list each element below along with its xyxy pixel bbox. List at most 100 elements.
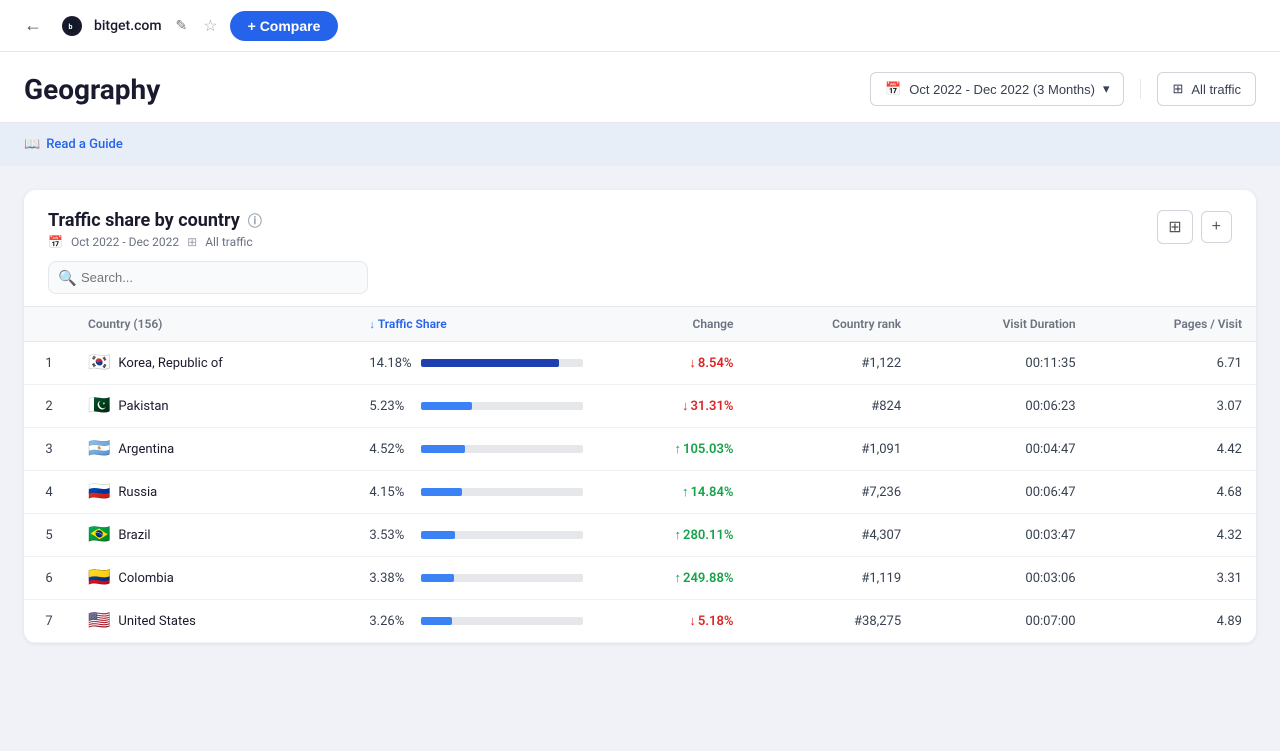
- country-rank-cell: #38,275: [747, 600, 915, 643]
- country-name: Brazil: [118, 528, 150, 543]
- country-cell[interactable]: 🇦🇷 Argentina: [74, 428, 355, 471]
- traffic-share-cell: 4.15%: [355, 471, 597, 514]
- country-table: Country (156) ↓Traffic Share Change Coun…: [24, 306, 1256, 643]
- page-title: Geography: [24, 73, 160, 106]
- table-row: 7 🇺🇸 United States 3.26% ↓5.18%: [24, 600, 1256, 643]
- traffic-share-bar-fill: [421, 359, 559, 367]
- down-arrow-icon: ↓: [682, 399, 689, 414]
- country-cell[interactable]: 🇺🇸 United States: [74, 600, 355, 643]
- traffic-share-value: 4.15%: [369, 485, 413, 500]
- country-rank-cell: #7,236: [747, 471, 915, 514]
- edit-icon[interactable]: ✎: [176, 18, 188, 34]
- card-header: Traffic share by country ⓘ 📅 Oct 2022 - …: [24, 190, 1256, 261]
- col-change-header[interactable]: Change: [597, 307, 747, 342]
- change-cell: ↓5.18%: [597, 600, 747, 643]
- country-flag: 🇧🇷: [88, 526, 110, 544]
- country-name: United States: [118, 614, 195, 629]
- traffic-type-label: All traffic: [1191, 82, 1241, 97]
- pages-visit-cell: 4.89: [1090, 600, 1256, 643]
- visit-duration-cell: 00:11:35: [915, 342, 1089, 385]
- header-controls: 📅 Oct 2022 - Dec 2022 (3 Months) ▾ ⊞ All…: [870, 72, 1256, 106]
- compare-button[interactable]: + Compare: [230, 11, 339, 41]
- up-arrow-icon: ↑: [675, 528, 682, 543]
- site-favicon: b: [62, 16, 82, 36]
- pages-visit-cell: 3.31: [1090, 557, 1256, 600]
- traffic-share-bar-fill: [421, 574, 453, 582]
- chevron-down-icon: ▾: [1103, 81, 1110, 97]
- col-pages-visit-header[interactable]: Pages / Visit: [1090, 307, 1256, 342]
- site-name: bitget.com: [94, 18, 162, 34]
- traffic-share-bar-fill: [421, 445, 465, 453]
- country-flag: 🇨🇴: [88, 569, 110, 587]
- calendar-icon: 📅: [885, 81, 901, 97]
- country-name: Russia: [118, 485, 157, 500]
- traffic-share-bar-fill: [421, 531, 455, 539]
- search-input[interactable]: [48, 261, 368, 294]
- country-cell[interactable]: 🇷🇺 Russia: [74, 471, 355, 514]
- country-cell[interactable]: 🇨🇴 Colombia: [74, 557, 355, 600]
- up-arrow-icon: ↑: [675, 442, 682, 457]
- card-actions: ⊞ +: [1157, 210, 1232, 244]
- table-row: 5 🇧🇷 Brazil 3.53% ↑280.11%: [24, 514, 1256, 557]
- back-button[interactable]: ←: [16, 11, 50, 40]
- page-header: Geography 📅 Oct 2022 - Dec 2022 (3 Month…: [0, 52, 1280, 123]
- country-name: Argentina: [118, 442, 174, 457]
- pages-visit-cell: 3.07: [1090, 385, 1256, 428]
- traffic-share-value: 3.26%: [369, 614, 413, 629]
- change-cell: ↓31.31%: [597, 385, 747, 428]
- top-bar: ← b bitget.com ✎ ☆ + Compare: [0, 0, 1280, 52]
- table-header: Country (156) ↓Traffic Share Change Coun…: [24, 307, 1256, 342]
- change-value: ↑14.84%: [682, 485, 734, 500]
- traffic-share-cell: 3.53%: [355, 514, 597, 557]
- up-arrow-icon: ↑: [682, 485, 689, 500]
- search-input-wrap: 🔍: [48, 261, 368, 294]
- traffic-share-card: Traffic share by country ⓘ 📅 Oct 2022 - …: [24, 190, 1256, 643]
- country-cell[interactable]: 🇰🇷 Korea, Republic of: [74, 342, 355, 385]
- country-cell[interactable]: 🇵🇰 Pakistan: [74, 385, 355, 428]
- date-range-picker[interactable]: 📅 Oct 2022 - Dec 2022 (3 Months) ▾: [870, 72, 1124, 106]
- country-rank-cell: #1,122: [747, 342, 915, 385]
- row-number: 3: [24, 428, 74, 471]
- col-country-rank-header[interactable]: Country rank: [747, 307, 915, 342]
- traffic-share-bar: [421, 531, 583, 539]
- up-arrow-icon: ↑: [675, 571, 682, 586]
- traffic-share-value: 5.23%: [369, 399, 413, 414]
- traffic-share-value: 4.52%: [369, 442, 413, 457]
- traffic-share-cell: 3.26%: [355, 600, 597, 643]
- col-rank-header: [24, 307, 74, 342]
- visit-duration-cell: 00:06:23: [915, 385, 1089, 428]
- columns-toggle-button[interactable]: ⊞: [1157, 210, 1192, 244]
- read-guide-link[interactable]: 📖 Read a Guide: [24, 137, 1256, 152]
- col-country-header[interactable]: Country (156): [74, 307, 355, 342]
- country-rank-cell: #1,091: [747, 428, 915, 471]
- card-title: Traffic share by country ⓘ: [48, 210, 262, 231]
- col-traffic-share-header[interactable]: ↓Traffic Share: [355, 307, 597, 342]
- guide-link-label: Read a Guide: [46, 137, 123, 152]
- table-row: 6 🇨🇴 Colombia 3.38% ↑249.88%: [24, 557, 1256, 600]
- guide-banner: 📖 Read a Guide: [0, 123, 1280, 166]
- change-cell: ↑14.84%: [597, 471, 747, 514]
- table-row: 2 🇵🇰 Pakistan 5.23% ↓31.31%: [24, 385, 1256, 428]
- favorite-icon[interactable]: ☆: [203, 16, 217, 35]
- subtitle-traffic: All traffic: [205, 235, 252, 249]
- traffic-type-picker[interactable]: ⊞ All traffic: [1157, 72, 1256, 106]
- change-value: ↑249.88%: [675, 571, 734, 586]
- info-icon[interactable]: ⓘ: [248, 211, 262, 231]
- traffic-share-value: 14.18%: [369, 356, 413, 371]
- expand-button[interactable]: +: [1201, 211, 1232, 243]
- traffic-share-bar-fill: [421, 402, 471, 410]
- traffic-share-bar: [421, 617, 583, 625]
- country-cell[interactable]: 🇧🇷 Brazil: [74, 514, 355, 557]
- main-content: Traffic share by country ⓘ 📅 Oct 2022 - …: [0, 166, 1280, 667]
- change-cell: ↑249.88%: [597, 557, 747, 600]
- traffic-share-bar: [421, 402, 583, 410]
- table-body: 1 🇰🇷 Korea, Republic of 14.18% ↓8.54%: [24, 342, 1256, 643]
- table-row: 3 🇦🇷 Argentina 4.52% ↑105.03%: [24, 428, 1256, 471]
- traffic-share-cell: 5.23%: [355, 385, 597, 428]
- traffic-share-cell: 14.18%: [355, 342, 597, 385]
- row-number: 7: [24, 600, 74, 643]
- country-name: Colombia: [118, 571, 173, 586]
- col-visit-duration-header[interactable]: Visit Duration: [915, 307, 1089, 342]
- change-value: ↑280.11%: [675, 528, 734, 543]
- country-flag: 🇷🇺: [88, 483, 110, 501]
